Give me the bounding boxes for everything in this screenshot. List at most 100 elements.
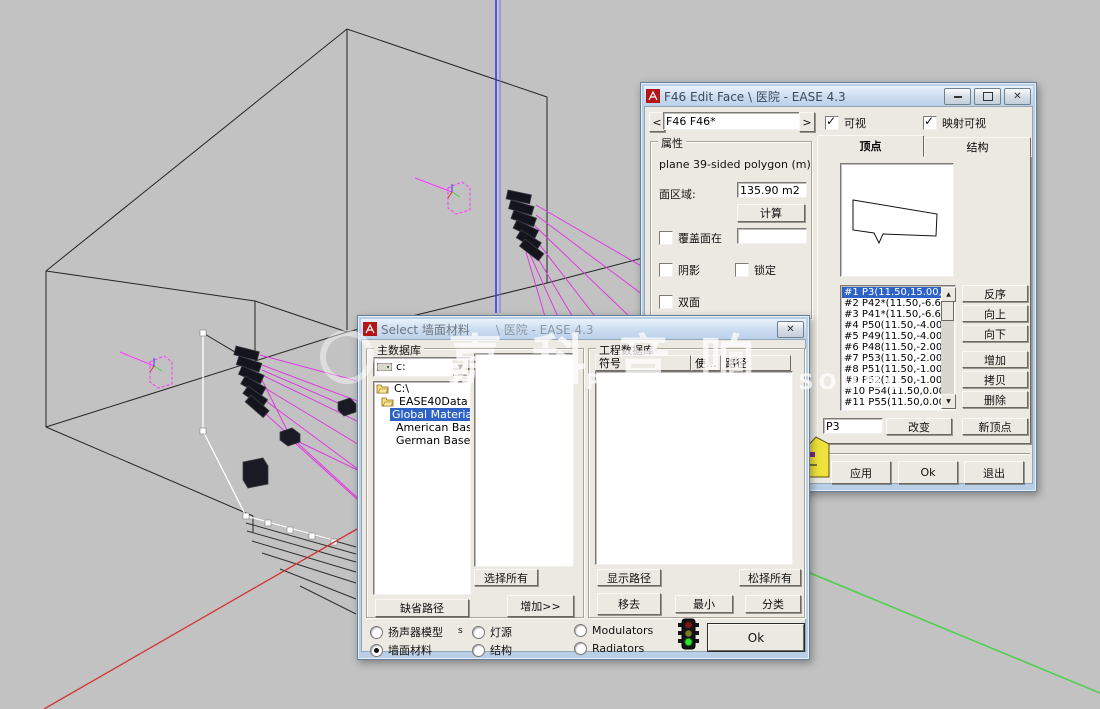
delete-button[interactable]: 删除 [962,391,1028,408]
ok-button[interactable]: Ok [898,461,958,484]
map-visible-checkbox[interactable]: 映射可视 [923,115,986,131]
column-symbol[interactable]: 符号 [595,355,691,371]
vertex-row[interactable]: #6 P48(11.50,-2.00,0.00) [842,342,941,353]
radio-wall-material[interactable]: 墙面材料 [370,642,432,658]
main-db-group: 主数据库 c: ▼ C:\ [366,348,584,618]
minimize-list-button[interactable]: 最小 [675,595,733,613]
tree-item[interactable]: EASE40Data [374,395,470,408]
radio-circle[interactable] [574,642,587,655]
minimize-button[interactable] [944,88,971,105]
vertex-row[interactable]: #10 P54(11.50,0.00,0.40) [842,386,941,397]
vertex-row[interactable]: #4 P50(11.50,-4.00,2.50) [842,320,941,331]
vertex-row[interactable]: #5 P49(11.50,-4.00,0.00) [842,331,941,342]
show-path-button[interactable]: 显示路径 [597,569,661,586]
radio-structure[interactable]: 结构 [472,642,512,658]
s-label: s [458,626,463,636]
tree-item-selected[interactable]: Global Materials40 [374,408,470,421]
tab-vertices[interactable]: 顶点 [817,135,924,157]
select-material-client: 主数据库 c: ▼ C:\ [361,339,806,652]
checkbox-box[interactable] [825,116,839,130]
two-fold-checkbox[interactable]: 双面 [659,294,700,310]
vertex-row[interactable]: #11 P55(11.50,0.00,0.60) [842,397,941,408]
scroll-thumb[interactable] [941,301,954,321]
new-vertex-button[interactable]: 新顶点 [962,418,1028,435]
close-icon[interactable]: ✕ [777,321,804,338]
column-path[interactable]: 路径 [721,355,791,371]
remove-button[interactable]: 移去 [597,593,661,615]
folder-tree[interactable]: C:\ EASE40Data Global Materials40 Americ… [373,381,471,595]
checkbox-box[interactable] [659,295,673,309]
project-list-header: 符号 使... 路径 [595,355,791,371]
compute-button[interactable]: 计算 [737,204,805,222]
change-button[interactable]: 改变 [886,418,952,435]
edit-face-titlebar[interactable]: F46 Edit Face \ 医院 - EASE 4.3 ✕ [644,86,1033,106]
placement-marker-lower[interactable] [120,352,172,388]
axis-x [44,529,357,709]
coat-face-checkbox[interactable]: 覆盖面在 [659,230,722,246]
radio-circle[interactable] [472,626,485,639]
add-to-project-button[interactable]: 增加>> [507,595,574,617]
move-up-button[interactable]: 向上 [962,305,1028,322]
dialog-select-material: Select 墙面材料 \ 医院 - EASE 4.3 ✕ 主数据库 c: ▼ [357,315,810,660]
radio-modulators[interactable]: Modulators [574,624,653,637]
select-all-button[interactable]: 选择所有 [474,569,538,586]
column-use[interactable]: 使... [691,355,721,371]
vertex-row[interactable]: #2 P42*(11.50,-6.60,8.00) [842,298,941,309]
vertex-row[interactable]: #9 P52(11.50,-1.00,0.40) [842,375,941,386]
project-material-list[interactable] [595,371,793,565]
vertex-row[interactable]: #3 P41*(11.50,-6.60,2.50) [842,309,941,320]
maximize-button[interactable] [974,88,1001,105]
material-list[interactable] [474,353,574,567]
visible-checkbox[interactable]: 可视 [825,115,866,131]
face-name-input[interactable] [663,112,801,130]
vertex-row[interactable]: #1 P3(11.50,15.00,8.00) [842,287,941,298]
vertex-list[interactable]: #1 P3(11.50,15.00,8.00) #2 P42*(11.50,-6… [840,285,956,411]
coat-face-field[interactable] [737,228,807,244]
vertex-row[interactable]: #8 P51(11.50,-1.00,0.20) [842,364,941,375]
checkbox-box[interactable] [659,263,673,277]
scroll-down-icon[interactable]: ▼ [941,394,956,409]
radio-light-source[interactable]: 灯源 [472,624,512,640]
placement-marker-upper[interactable] [415,178,470,214]
checkbox-box[interactable] [735,263,749,277]
reverse-button[interactable]: 反序 [962,285,1028,302]
radio-circle[interactable] [574,624,587,637]
exit-button[interactable]: 退出 [964,461,1024,484]
default-path-button[interactable]: 缺省路径 [375,599,469,617]
line-array-lower[interactable] [234,346,269,418]
insert-button[interactable]: 增加 [962,351,1028,368]
radio-circle[interactable] [370,644,383,657]
close-icon[interactable]: ✕ [1004,88,1031,105]
checkbox-box[interactable] [659,231,673,245]
copy-button[interactable]: 拷贝 [962,371,1028,388]
tree-item[interactable]: C:\ [374,382,470,395]
checkbox-box[interactable] [923,116,937,130]
vertex-scrollbar[interactable]: ▲ ▼ [941,287,954,409]
tree-item[interactable]: German Base [374,434,470,447]
vertex-handles[interactable] [200,330,337,545]
apply-button[interactable]: 应用 [831,461,891,484]
shadow-checkbox[interactable]: 阴影 [659,262,700,278]
area-value-field[interactable] [737,182,807,198]
main-db-label: 主数据库 [374,342,424,358]
vertex-row[interactable]: #7 P53(11.50,-2.00,0.20) [842,353,941,364]
drive-combobox[interactable]: c: ▼ [373,357,471,377]
radio-circle[interactable] [370,626,383,639]
vertex-name-input[interactable] [823,418,883,434]
select-material-ok-button[interactable]: Ok [708,624,804,651]
tree-item[interactable]: American Base [374,421,470,434]
sort-button[interactable]: 分类 [745,595,801,613]
deselect-all-button[interactable]: 松择所有 [739,569,801,586]
select-material-titlebar[interactable]: Select 墙面材料 \ 医院 - EASE 4.3 ✕ [361,319,806,339]
line-array-upper[interactable] [506,190,544,261]
lock-checkbox[interactable]: 锁定 [735,262,776,278]
tab-structure[interactable]: 结构 [924,137,1031,157]
next-face-button[interactable]: > [799,112,815,132]
move-down-button[interactable]: 向下 [962,325,1028,342]
ease-logo-icon [646,89,660,103]
scroll-up-icon[interactable]: ▲ [941,287,956,302]
radio-speaker-model[interactable]: 扬声器模型 [370,624,443,640]
radio-circle[interactable] [472,644,485,657]
chevron-down-icon[interactable]: ▼ [452,359,469,375]
radio-radiators[interactable]: Radiators [574,642,644,655]
